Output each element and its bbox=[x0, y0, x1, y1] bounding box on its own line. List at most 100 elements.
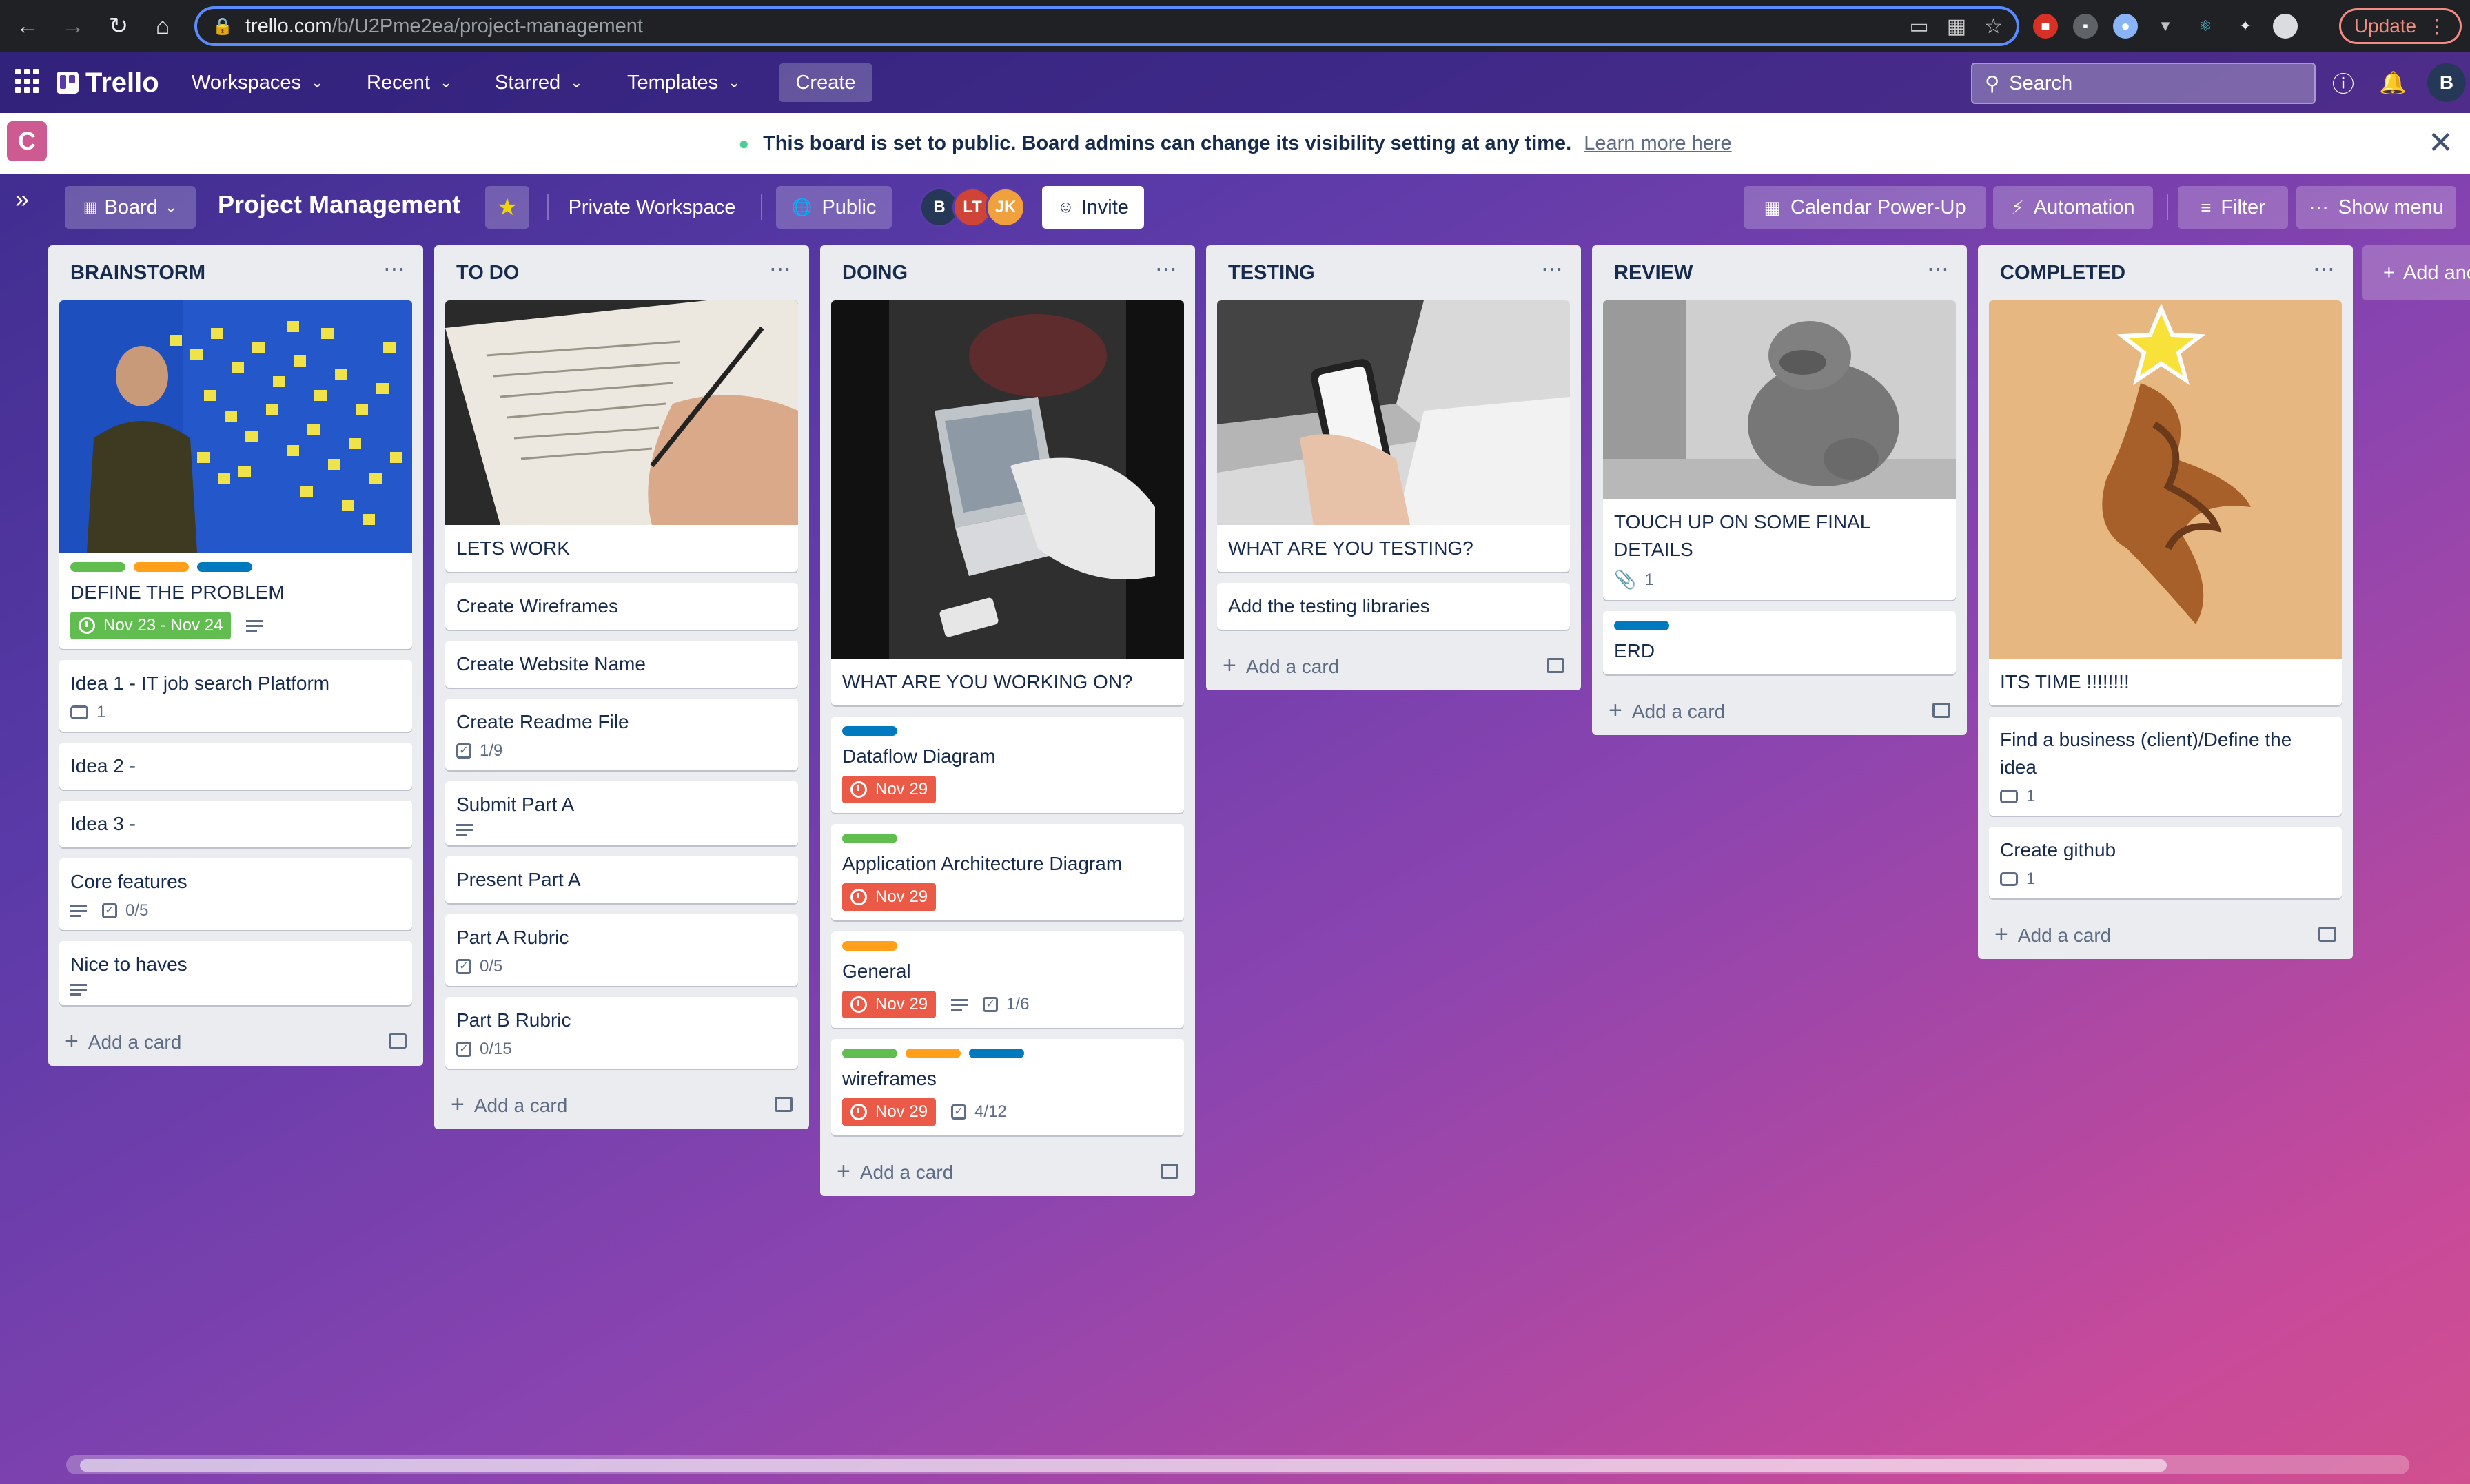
board-view-switcher[interactable]: ▦ Board ⌄ bbox=[65, 186, 196, 229]
card-template-icon[interactable] bbox=[2318, 927, 2336, 942]
list-menu-icon[interactable]: ⋯ bbox=[1541, 256, 1570, 282]
visibility-button[interactable]: 🌐 Public bbox=[776, 186, 892, 229]
workspace-visibility-button[interactable]: Private Workspace bbox=[560, 186, 744, 229]
learn-more-link[interactable]: Learn more here bbox=[1584, 132, 1731, 155]
card[interactable]: ITS TIME !!!!!!!! bbox=[1989, 300, 2342, 705]
card[interactable]: Find a business (client)/Define the idea… bbox=[1989, 717, 2342, 816]
bookmark-star-icon[interactable]: ☆ bbox=[1984, 14, 2003, 39]
due-date-badge[interactable]: Nov 29 bbox=[842, 883, 937, 911]
card[interactable]: Idea 2 - bbox=[59, 743, 412, 790]
card[interactable]: Application Architecture Diagram Nov 29 bbox=[831, 824, 1184, 920]
add-card-button[interactable]: + Add a card bbox=[1989, 909, 2342, 959]
label-orange[interactable] bbox=[842, 941, 897, 951]
vue-devtools-icon[interactable]: ▼ bbox=[2153, 14, 2178, 39]
card[interactable]: Dataflow Diagram Nov 29 bbox=[831, 717, 1184, 813]
list-title[interactable]: TESTING bbox=[1228, 262, 1315, 285]
card[interactable]: Add the testing libraries bbox=[1217, 583, 1570, 630]
adblock-icon[interactable]: ■ bbox=[2033, 14, 2058, 39]
notifications-bell-icon[interactable]: 🔔 bbox=[2378, 68, 2408, 98]
list-title[interactable]: REVIEW bbox=[1614, 262, 1693, 285]
list-title[interactable]: DOING bbox=[842, 262, 908, 285]
nav-starred[interactable]: Starred ⌄ bbox=[484, 63, 594, 102]
card[interactable]: Idea 3 - bbox=[59, 801, 412, 847]
add-card-button[interactable]: + Add a card bbox=[1603, 686, 1956, 735]
member-avatar[interactable]: JK bbox=[986, 187, 1025, 227]
home-icon[interactable]: ⌂ bbox=[141, 0, 185, 52]
add-card-button[interactable]: + Add a card bbox=[445, 1080, 798, 1129]
card[interactable]: Part B Rubric ✓ 0/15 bbox=[445, 997, 798, 1069]
due-date-badge[interactable]: Nov 29 bbox=[842, 991, 937, 1018]
label-blue[interactable] bbox=[969, 1049, 1024, 1058]
label-green[interactable] bbox=[70, 562, 125, 572]
card-template-icon[interactable] bbox=[1547, 658, 1564, 673]
card-template-icon[interactable] bbox=[1932, 703, 1950, 718]
puzzle-icon[interactable]: ✦ bbox=[2233, 14, 2258, 39]
label-blue[interactable] bbox=[197, 562, 252, 572]
card-template-icon[interactable] bbox=[775, 1097, 793, 1112]
add-card-button[interactable]: + Add a card bbox=[1217, 641, 1570, 690]
extension-icon[interactable]: ● bbox=[2113, 14, 2138, 39]
label-orange[interactable] bbox=[134, 562, 189, 572]
card[interactable]: wireframes Nov 29 ✓ 4/12 bbox=[831, 1039, 1184, 1135]
add-list-button[interactable]: + Add another list bbox=[2362, 245, 2470, 300]
add-card-button[interactable]: + Add a card bbox=[831, 1146, 1184, 1196]
list-menu-icon[interactable]: ⋯ bbox=[1927, 256, 1956, 282]
label-blue[interactable] bbox=[1614, 621, 1669, 630]
card[interactable]: Create Wireframes bbox=[445, 583, 798, 630]
card[interactable]: Submit Part A bbox=[445, 781, 798, 845]
forward-icon[interactable]: → bbox=[51, 0, 95, 52]
scrollbar-thumb[interactable] bbox=[80, 1459, 2167, 1472]
label-green[interactable] bbox=[842, 1049, 897, 1058]
card-template-icon[interactable] bbox=[389, 1033, 407, 1049]
list-menu-icon[interactable]: ⋯ bbox=[1155, 256, 1184, 282]
list-title[interactable]: BRAINSTORM bbox=[70, 262, 205, 285]
search-input[interactable]: ⚲ Search bbox=[1971, 63, 2316, 104]
card[interactable]: LETS WORK bbox=[445, 300, 798, 572]
card[interactable]: ERD bbox=[1603, 611, 1956, 674]
label-blue[interactable] bbox=[842, 726, 897, 736]
board-title[interactable]: Project Management bbox=[218, 190, 460, 219]
list-menu-icon[interactable]: ⋯ bbox=[383, 256, 412, 282]
address-bar[interactable]: 🔒 trello.com/b/U2Pme2ea/project-manageme… bbox=[194, 6, 2019, 46]
due-date-badge[interactable]: Nov 29 bbox=[842, 1098, 937, 1126]
filter-button[interactable]: ≡ Filter bbox=[2178, 186, 2288, 229]
card[interactable]: Core features ✓ 0/5 bbox=[59, 858, 412, 930]
card[interactable]: Idea 1 - IT job search Platform 1 bbox=[59, 660, 412, 732]
info-icon[interactable]: ⓘ bbox=[2328, 68, 2358, 98]
update-button[interactable]: Update ⋮ bbox=[2339, 8, 2462, 44]
react-devtools-icon[interactable]: ⚛ bbox=[2193, 14, 2218, 39]
qr-icon[interactable]: ▦ bbox=[1947, 14, 1966, 39]
nav-workspaces[interactable]: Workspaces ⌄ bbox=[181, 63, 334, 102]
card[interactable]: Create github 1 bbox=[1989, 827, 2342, 898]
card[interactable]: Part A Rubric ✓ 0/5 bbox=[445, 914, 798, 986]
profile-avatar-icon[interactable] bbox=[2273, 14, 2298, 39]
card[interactable]: Create Readme File ✓ 1/9 bbox=[445, 699, 798, 770]
user-avatar[interactable]: B bbox=[2427, 63, 2466, 102]
card[interactable]: DEFINE THE PROBLEM Nov 23 - Nov 24 bbox=[59, 300, 412, 649]
list-title[interactable]: TO DO bbox=[456, 262, 519, 285]
create-button[interactable]: Create bbox=[779, 63, 872, 102]
nav-templates[interactable]: Templates ⌄ bbox=[616, 63, 752, 102]
card[interactable]: WHAT ARE YOU WORKING ON? bbox=[831, 300, 1184, 705]
label-orange[interactable] bbox=[906, 1049, 961, 1058]
automation-button[interactable]: ⚡ Automation bbox=[1993, 186, 2153, 229]
card[interactable]: Present Part A bbox=[445, 856, 798, 903]
card[interactable]: Create Website Name bbox=[445, 641, 798, 688]
close-icon[interactable]: ✕ bbox=[2428, 125, 2453, 161]
reload-icon[interactable]: ↻ bbox=[96, 0, 141, 52]
card[interactable]: WHAT ARE YOU TESTING? bbox=[1217, 300, 1570, 572]
card[interactable]: TOUCH UP ON SOME FINAL DETAILS 📎 1 bbox=[1603, 300, 1956, 600]
sidebar-expand-icon[interactable]: » bbox=[15, 185, 29, 214]
extension-icon[interactable]: ▪ bbox=[2073, 14, 2098, 39]
show-menu-button[interactable]: ⋯ Show menu bbox=[2296, 186, 2456, 229]
list-menu-icon[interactable]: ⋯ bbox=[2313, 256, 2342, 282]
card-template-icon[interactable] bbox=[1161, 1164, 1178, 1179]
due-date-badge[interactable]: Nov 23 - Nov 24 bbox=[70, 612, 232, 639]
add-card-button[interactable]: + Add a card bbox=[59, 1016, 412, 1066]
back-icon[interactable]: ← bbox=[6, 0, 50, 52]
calendar-powerup-button[interactable]: ▦ Calendar Power-Up bbox=[1744, 186, 1986, 229]
list-title[interactable]: COMPLETED bbox=[2000, 262, 2125, 285]
workspace-badge[interactable]: C bbox=[7, 121, 47, 161]
card[interactable]: Nice to haves bbox=[59, 941, 412, 1005]
nav-recent[interactable]: Recent ⌄ bbox=[356, 63, 463, 102]
